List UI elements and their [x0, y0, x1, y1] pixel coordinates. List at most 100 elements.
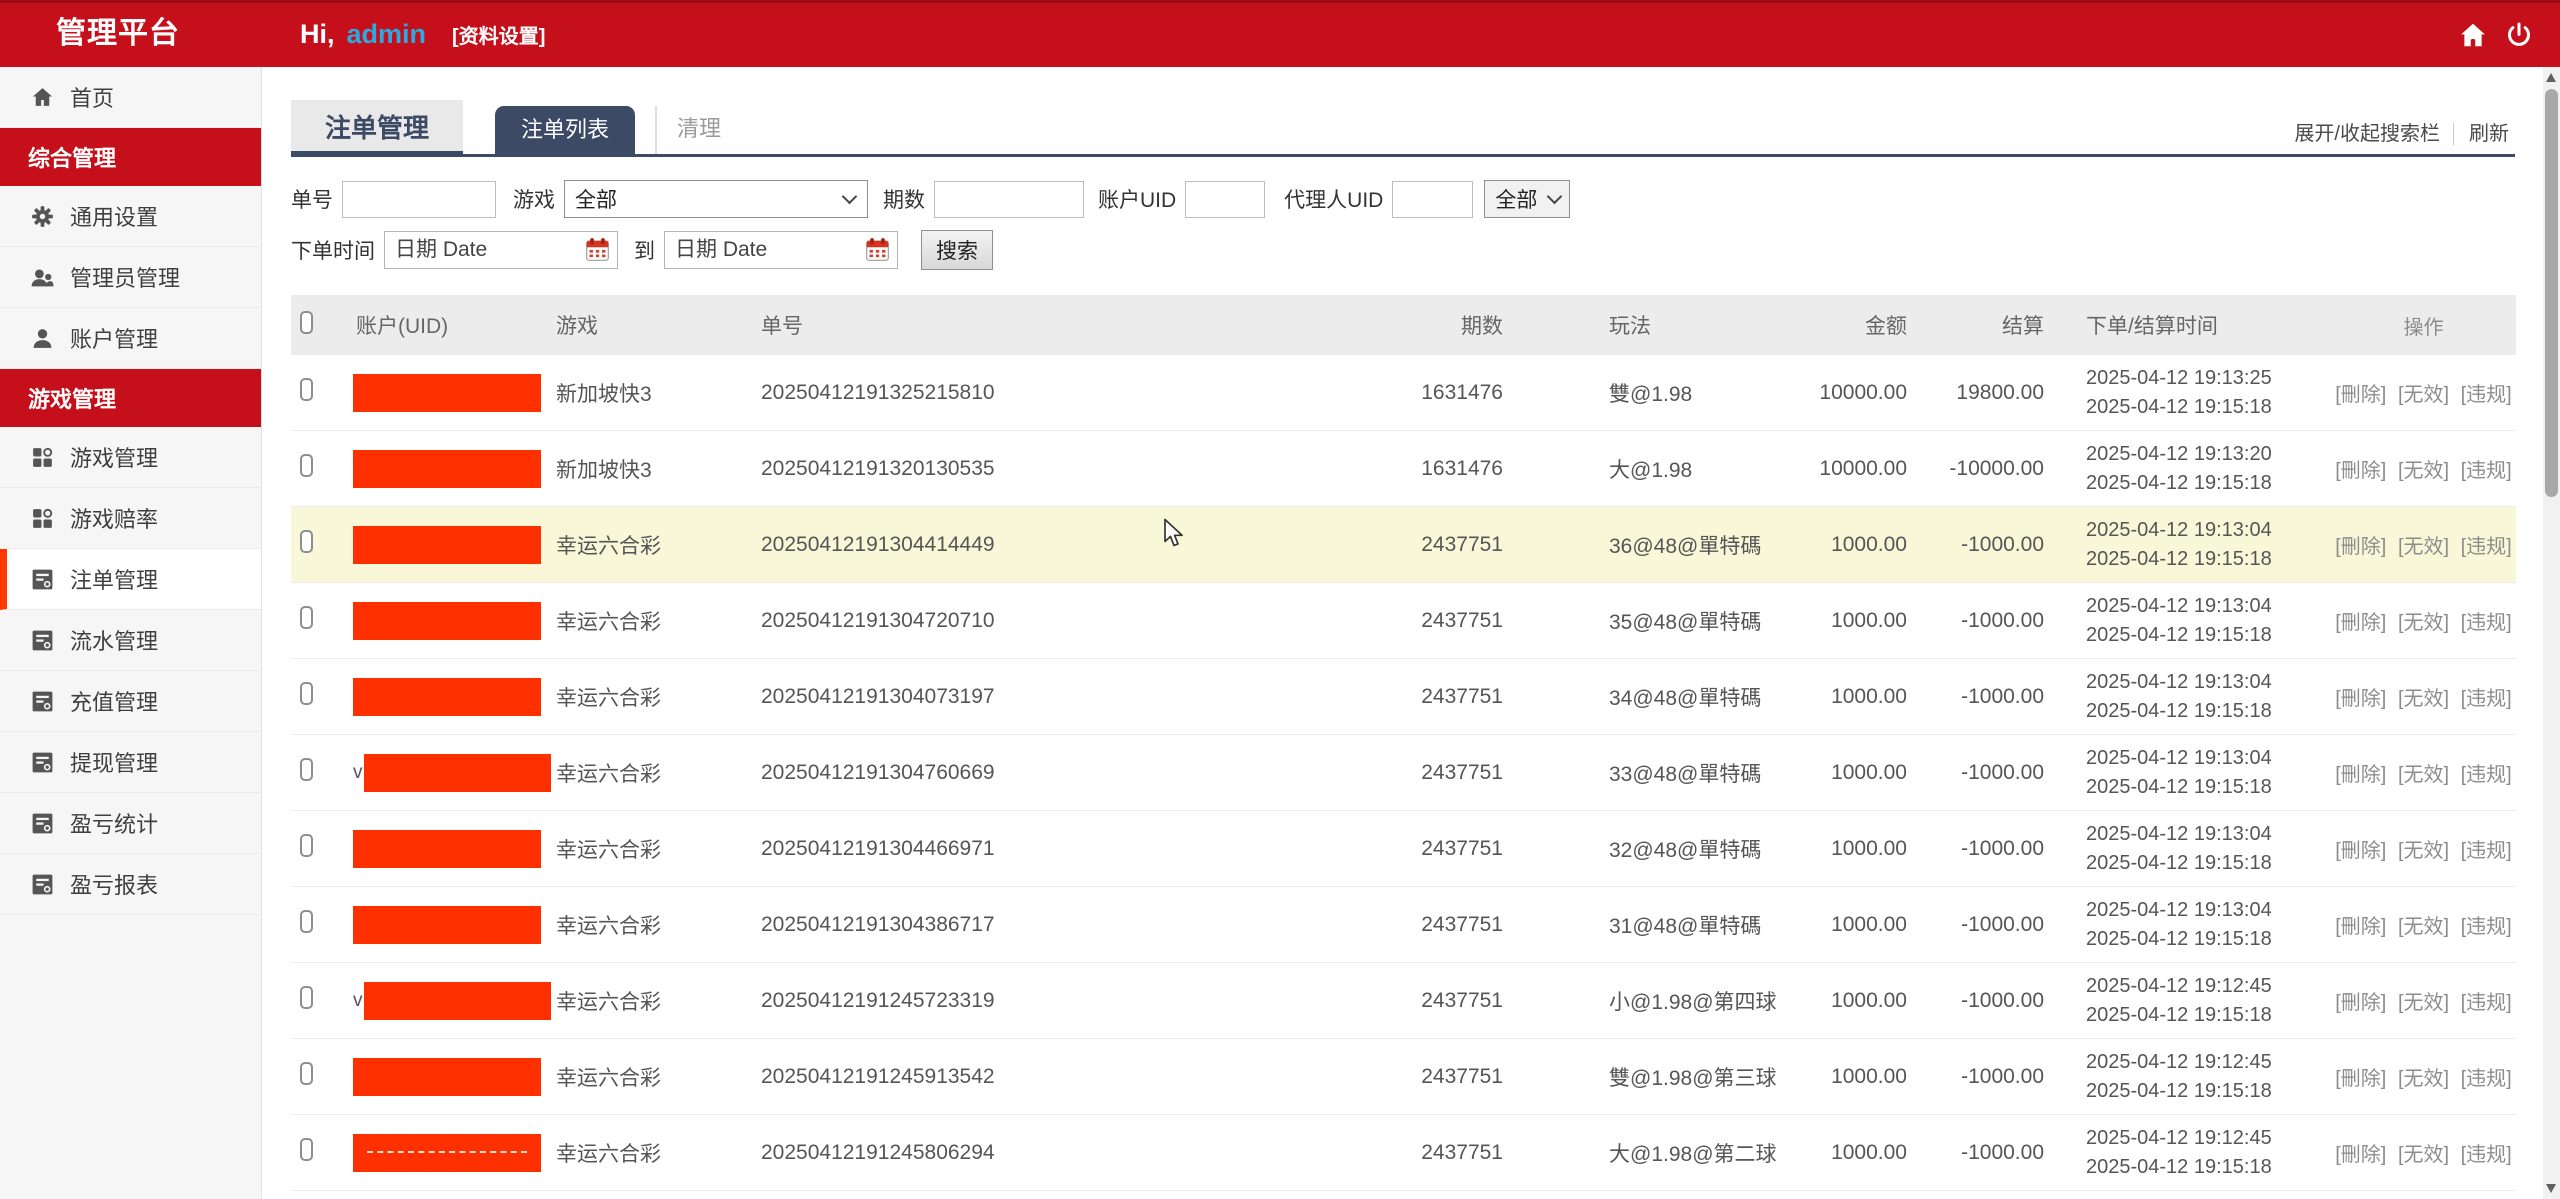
sidebar-section-general-management[interactable]: 综合管理 [0, 128, 261, 186]
play-cell: 雙@1.98@第三球 [1511, 1062, 1811, 1092]
sidebar-item-home[interactable]: 首页 [0, 67, 261, 128]
row-checkbox[interactable] [300, 1062, 313, 1085]
tab-bet-order-management[interactable]: 注单管理 [291, 100, 463, 157]
sidebar-item-profit-report[interactable]: 盈亏报表 [0, 854, 261, 915]
scrollbar-thumb[interactable] [2545, 89, 2558, 497]
sidebar-item-game-odds[interactable]: 游戏赔率 [0, 488, 261, 549]
violation-link[interactable]: [违规] [2461, 384, 2512, 406]
amount-cell: 1000.00 [1811, 1065, 1911, 1089]
account-redaction-block [364, 754, 552, 792]
row-checkbox[interactable] [300, 1138, 313, 1161]
doc-icon [30, 628, 55, 653]
sidebar-item-withdrawal-management[interactable]: 提现管理 [0, 732, 261, 793]
doc-icon [30, 689, 55, 714]
order-time: 2025-04-12 19:13:04 [2086, 744, 2331, 773]
row-checkbox[interactable] [300, 454, 313, 477]
gear-icon [30, 204, 55, 229]
violation-link[interactable]: [违规] [2461, 612, 2512, 634]
violation-link[interactable]: [违规] [2461, 1144, 2512, 1166]
col-header-play: 玩法 [1511, 310, 1811, 340]
delete-link[interactable]: [刪除] [2335, 688, 2386, 710]
invalid-link[interactable]: [无效] [2398, 916, 2449, 938]
logout-power-icon[interactable] [2504, 20, 2534, 50]
violation-link[interactable]: [违规] [2461, 536, 2512, 558]
invalid-link[interactable]: [无效] [2398, 764, 2449, 786]
row-checkbox[interactable] [300, 910, 313, 933]
violation-link[interactable]: [违规] [2461, 916, 2512, 938]
scroll-down-arrow-icon[interactable] [2546, 1184, 2556, 1193]
order-no-cell: 20250412191304466971 [756, 837, 1246, 861]
invalid-link[interactable]: [无效] [2398, 992, 2449, 1014]
actions-cell: [刪除] [无效] [违规] [2331, 910, 2516, 939]
violation-link[interactable]: [违规] [2461, 764, 2512, 786]
sidebar-item-recharge-management[interactable]: 充值管理 [0, 671, 261, 732]
sidebar-section-game-management-group[interactable]: 游戏管理 [0, 369, 261, 427]
delete-link[interactable]: [刪除] [2335, 536, 2386, 558]
delete-link[interactable]: [刪除] [2335, 1068, 2386, 1090]
toggle-search-bar-link[interactable]: 展开/收起搜索栏 [2294, 123, 2440, 145]
violation-link[interactable]: [违规] [2461, 992, 2512, 1014]
search-button[interactable]: 搜索 [921, 230, 993, 270]
order-no-input[interactable] [342, 181, 496, 218]
tab-bet-order-list[interactable]: 注单列表 [495, 106, 635, 154]
violation-link[interactable]: [违规] [2461, 460, 2512, 482]
invalid-link[interactable]: [无效] [2398, 384, 2449, 406]
row-checkbox[interactable] [300, 682, 313, 705]
delete-link[interactable]: [刪除] [2335, 840, 2386, 862]
row-checkbox[interactable] [300, 530, 313, 553]
sidebar-section-label: 游戏管理 [28, 382, 116, 414]
calendar-icon[interactable] [585, 237, 610, 263]
account-redaction-block [353, 1058, 541, 1096]
invalid-link[interactable]: [无效] [2398, 460, 2449, 482]
row-checkbox[interactable] [300, 986, 313, 1009]
agent-uid-input[interactable] [1392, 181, 1473, 218]
sidebar-item-admin-management[interactable]: 管理员管理 [0, 247, 261, 308]
row-checkbox[interactable] [300, 378, 313, 401]
scroll-up-arrow-icon[interactable] [2546, 73, 2556, 82]
status-select[interactable]: 全部 [1484, 180, 1570, 218]
period-input[interactable] [934, 181, 1084, 218]
delete-link[interactable]: [刪除] [2335, 384, 2386, 406]
invalid-link[interactable]: [无效] [2398, 1144, 2449, 1166]
sidebar-item-bet-order-management[interactable]: 注单管理 [0, 549, 261, 610]
delete-link[interactable]: [刪除] [2335, 992, 2386, 1014]
row-checkbox[interactable] [300, 834, 313, 857]
amount-cell: 10000.00 [1811, 457, 1911, 481]
invalid-link[interactable]: [无效] [2398, 1068, 2449, 1090]
row-checkbox[interactable] [300, 606, 313, 629]
settle-time: 2025-04-12 19:15:18 [2086, 925, 2331, 954]
account-uid-input[interactable] [1185, 181, 1265, 218]
sidebar-item-label: 盈亏统计 [70, 807, 158, 839]
invalid-link[interactable]: [无效] [2398, 536, 2449, 558]
violation-link[interactable]: [违规] [2461, 1068, 2512, 1090]
home-icon[interactable] [2458, 20, 2488, 50]
tab-cleanup[interactable]: 清理 [655, 106, 721, 154]
profile-settings-link[interactable]: [资料设置] [452, 26, 545, 48]
date-to-input[interactable] [664, 231, 898, 269]
delete-link[interactable]: [刪除] [2335, 916, 2386, 938]
row-checkbox[interactable] [300, 758, 313, 781]
violation-link[interactable]: [违规] [2461, 688, 2512, 710]
date-from-input[interactable] [384, 231, 618, 269]
select-all-checkbox[interactable] [300, 311, 313, 334]
account-cell [346, 450, 551, 488]
amount-cell: 1000.00 [1811, 609, 1911, 633]
calendar-icon[interactable] [865, 237, 890, 263]
invalid-link[interactable]: [无效] [2398, 840, 2449, 862]
delete-link[interactable]: [刪除] [2335, 460, 2386, 482]
invalid-link[interactable]: [无效] [2398, 688, 2449, 710]
violation-link[interactable]: [违规] [2461, 840, 2512, 862]
game-select[interactable]: 全部 [564, 180, 868, 218]
invalid-link[interactable]: [无效] [2398, 612, 2449, 634]
sidebar-item-profit-statistics[interactable]: 盈亏统计 [0, 793, 261, 854]
delete-link[interactable]: [刪除] [2335, 764, 2386, 786]
sidebar-item-general-settings[interactable]: 通用设置 [0, 186, 261, 247]
sidebar-item-account-management[interactable]: 账户管理 [0, 308, 261, 369]
play-cell: 35@48@單特碼 [1511, 606, 1811, 636]
actions-cell: [刪除] [无效] [违规] [2331, 758, 2516, 787]
refresh-link[interactable]: 刷新 [2453, 123, 2509, 145]
delete-link[interactable]: [刪除] [2335, 612, 2386, 634]
sidebar-item-turnover-management[interactable]: 流水管理 [0, 610, 261, 671]
sidebar-item-game-management[interactable]: 游戏管理 [0, 427, 261, 488]
delete-link[interactable]: [刪除] [2335, 1144, 2386, 1166]
